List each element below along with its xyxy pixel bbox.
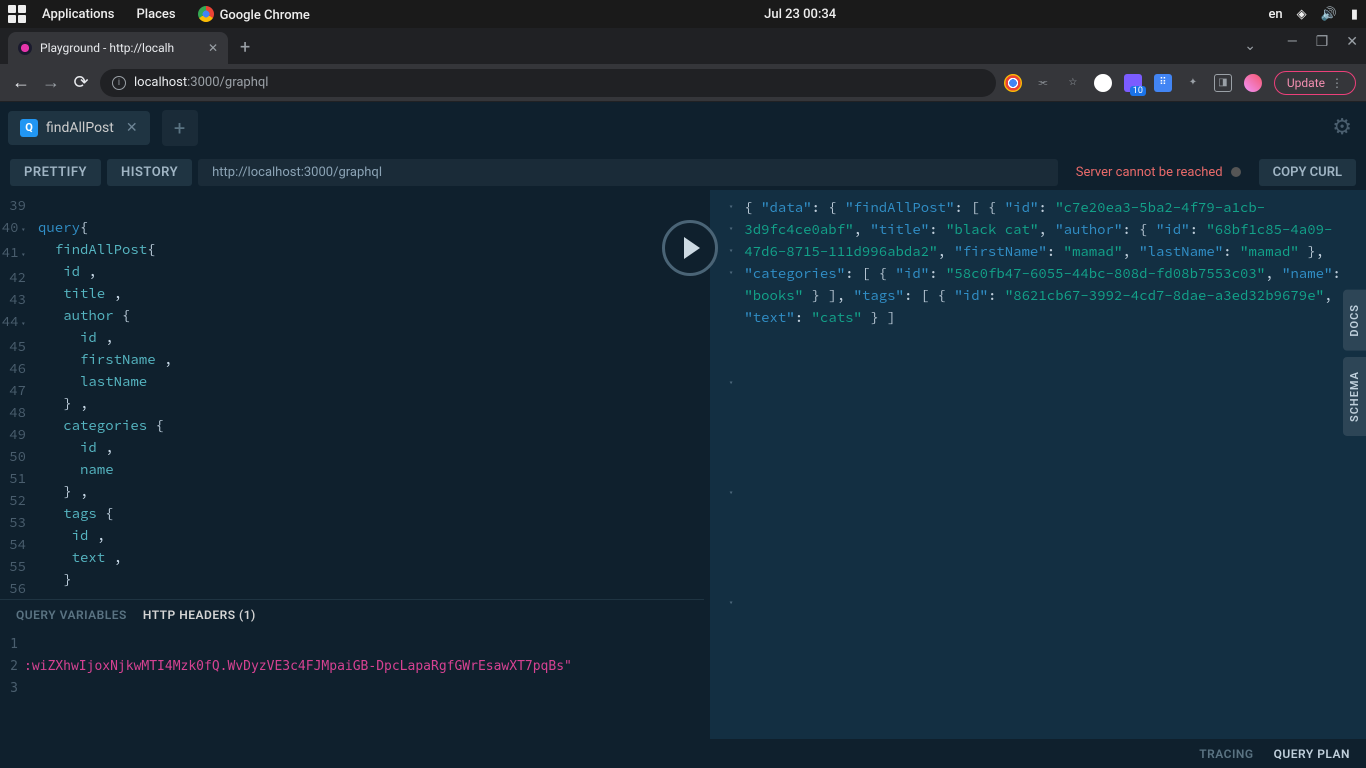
- nav-reload-icon[interactable]: ⟳: [70, 72, 92, 93]
- result-fold-gutter: ▾ ▾ ▾ ▾ ▾ ▾ ▾: [728, 196, 733, 680]
- extensions-puzzle-icon[interactable]: ✦: [1184, 74, 1202, 92]
- wifi-icon[interactable]: ◈: [1297, 7, 1307, 22]
- url-text: localhost:3000/graphql: [134, 75, 984, 90]
- browser-tab-title: Playground - http://localh: [40, 41, 200, 55]
- profile-avatar-icon[interactable]: [1244, 74, 1262, 92]
- query-editor-panel: 39 40▾ 41▾ 42 43 44▾ 45 46 47 48 49 50 5…: [0, 190, 710, 739]
- update-button[interactable]: Update⋮: [1274, 71, 1356, 95]
- playground-tab-name: findAllPost: [46, 120, 114, 136]
- variables-panel: QUERY VARIABLES HTTP HEADERS (1) 1 2 3 :…: [0, 599, 704, 739]
- query-plan-tab[interactable]: QUERY PLAN: [1274, 747, 1350, 761]
- browser-tab[interactable]: Playground - http://localh ✕: [8, 32, 228, 64]
- query-code: query{ findAllPost{ id , title , author …: [30, 194, 704, 599]
- query-variables-tab[interactable]: QUERY VARIABLES: [16, 608, 127, 622]
- window-close-icon[interactable]: ✕: [1346, 34, 1358, 50]
- tab-search-dropdown-icon[interactable]: ⌄: [1244, 38, 1256, 54]
- settings-gear-icon[interactable]: ⚙: [1332, 115, 1352, 140]
- tracing-tab[interactable]: TRACING: [1199, 747, 1253, 761]
- chrome-toolbar: ← → ⟳ i localhost:3000/graphql ⫘ ☆ 10 ⠿ …: [0, 64, 1366, 102]
- applications-menu[interactable]: Applications: [42, 7, 115, 22]
- window-minimize-icon[interactable]: —: [1287, 34, 1298, 50]
- result-panel[interactable]: ▾ ▾ ▾ ▾ ▾ ▾ ▾ { "data": { "findAllPost":…: [710, 190, 1366, 739]
- server-status: Server cannot be reached: [1076, 165, 1241, 180]
- nav-forward-icon[interactable]: →: [40, 72, 62, 93]
- tab-close-icon[interactable]: ✕: [208, 41, 218, 55]
- address-bar[interactable]: i localhost:3000/graphql: [100, 69, 996, 97]
- battery-icon[interactable]: ▮: [1351, 7, 1358, 22]
- activities-icon[interactable]: [8, 5, 26, 23]
- headers-editor[interactable]: 1 2 3 :wiZXhwIjoxNjkwMTI4Mzk0fQ.WvDyzVE3…: [0, 630, 704, 739]
- history-button[interactable]: HISTORY: [107, 159, 192, 186]
- status-dot-icon: [1231, 167, 1241, 177]
- translate-icon[interactable]: ⠿: [1154, 74, 1172, 92]
- playground-tabs-row: Q findAllPost ✕ + ⚙: [0, 102, 1366, 154]
- playground-tab-close-icon[interactable]: ✕: [126, 120, 138, 136]
- query-badge: Q: [20, 119, 38, 137]
- chrome-menu[interactable]: Google Chrome: [198, 6, 310, 23]
- http-headers-tab[interactable]: HTTP HEADERS (1): [143, 608, 256, 622]
- graphql-playground: Q findAllPost ✕ + ⚙ PRETTIFY HISTORY htt…: [0, 102, 1366, 768]
- volume-icon[interactable]: 🔊: [1321, 7, 1337, 22]
- docs-side-tab[interactable]: DOCS: [1343, 290, 1366, 351]
- keyboard-lang[interactable]: en: [1268, 7, 1282, 22]
- playground-footer: TRACING QUERY PLAN: [0, 739, 1366, 768]
- window-maximize-icon[interactable]: ❐: [1316, 34, 1329, 50]
- clock[interactable]: Jul 23 00:34: [332, 7, 1269, 22]
- chrome-tab-strip: Playground - http://localh ✕ + ⌄ — ❐ ✕: [0, 28, 1366, 64]
- nav-back-icon[interactable]: ←: [10, 72, 32, 93]
- desktop-top-bar: Applications Places Google Chrome Jul 23…: [0, 0, 1366, 28]
- playground-tab[interactable]: Q findAllPost ✕: [8, 111, 150, 145]
- prettify-button[interactable]: PRETTIFY: [10, 159, 101, 186]
- line-gutter: 39 40▾ 41▾ 42 43 44▾ 45 46 47 48 49 50 5…: [0, 194, 30, 599]
- playground-controls: PRETTIFY HISTORY http://localhost:3000/g…: [0, 154, 1366, 190]
- extension-icon-2[interactable]: 10: [1124, 74, 1142, 92]
- execute-button[interactable]: [662, 220, 718, 276]
- chrome-icon: [198, 6, 214, 22]
- extension-icon-1[interactable]: [1094, 74, 1112, 92]
- query-editor[interactable]: 39 40▾ 41▾ 42 43 44▾ 45 46 47 48 49 50 5…: [0, 190, 704, 599]
- endpoint-input[interactable]: http://localhost:3000/graphql: [198, 159, 1058, 186]
- site-info-icon[interactable]: i: [112, 76, 126, 90]
- copy-curl-button[interactable]: COPY CURL: [1259, 159, 1356, 186]
- bookmark-star-icon[interactable]: ☆: [1064, 74, 1082, 92]
- places-menu[interactable]: Places: [137, 7, 176, 22]
- new-tab-button[interactable]: +: [240, 37, 250, 58]
- google-account-icon[interactable]: [1004, 74, 1022, 92]
- share-icon[interactable]: ⫘: [1034, 74, 1052, 92]
- playground-new-tab-button[interactable]: +: [162, 110, 198, 146]
- sidepanel-icon[interactable]: ◨: [1214, 74, 1232, 92]
- schema-side-tab[interactable]: SCHEMA: [1343, 357, 1366, 436]
- tab-favicon: [18, 41, 32, 55]
